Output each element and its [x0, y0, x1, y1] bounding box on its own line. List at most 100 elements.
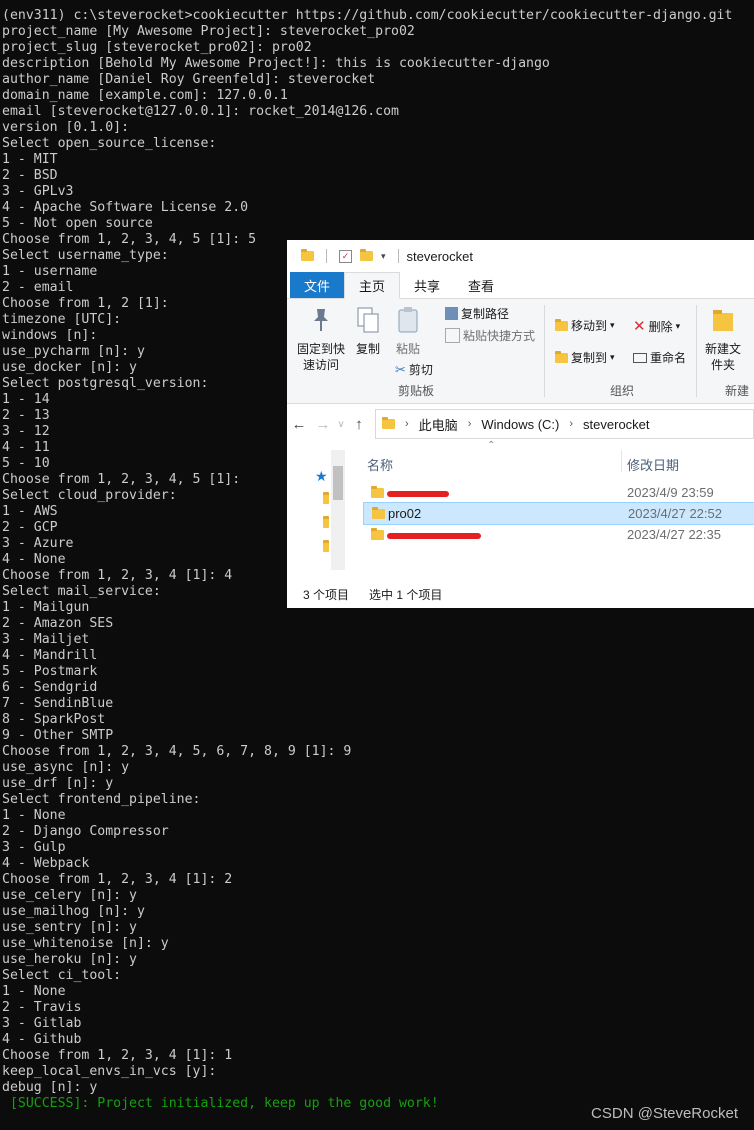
scissors-icon: ✂: [395, 361, 406, 377]
terminal-line: use_whitenoise [n]: y: [2, 936, 169, 951]
delete-button[interactable]: ✕ 删除 ▾: [633, 317, 680, 335]
recent-locations-icon[interactable]: ∨: [335, 419, 347, 430]
terminal-line: 2 - Amazon SES: [2, 616, 114, 631]
file-explorer-window[interactable]: ✓ ▾ steverocket 文件 主页 共享 查看 固定到快速访问 复制 粘…: [287, 240, 754, 608]
list-item[interactable]: 2023/4/27 22:35: [363, 524, 754, 545]
paste-button[interactable]: 粘贴: [391, 305, 425, 357]
pin-icon: [314, 309, 328, 331]
properties-icon[interactable]: ✓: [339, 249, 352, 263]
terminal-line: 1 - None: [2, 808, 66, 823]
copy-to-icon: [555, 350, 568, 363]
terminal-line: use_heroku [n]: y: [2, 952, 137, 967]
nav-scrollbar[interactable]: [331, 450, 345, 570]
terminal-line: 4 - Github: [2, 1032, 82, 1047]
file-name: [387, 485, 449, 500]
list-item-selected[interactable]: pro02 2023/4/27 22:52: [363, 502, 754, 525]
paste-icon: [398, 307, 418, 333]
column-modified[interactable]: 修改日期: [627, 455, 679, 474]
copy-path-button[interactable]: 复制路径: [445, 305, 509, 322]
terminal-line: 2 - BSD: [2, 168, 58, 183]
organize-group: 移动到 ▾ ✕ 删除 ▾ 复制到 ▾ 重命名 组织: [547, 299, 697, 403]
customize-qat-icon[interactable]: ▾: [381, 251, 386, 262]
tab-home[interactable]: 主页: [344, 272, 401, 299]
terminal-line: 3 - Gulp: [2, 840, 66, 855]
terminal-line: 4 - Webpack: [2, 856, 90, 871]
new-folder-icon[interactable]: [360, 249, 373, 261]
chevron-right-icon[interactable]: ›: [468, 418, 472, 430]
terminal-line: Choose from 1, 2, 3, 4 [1]: 1: [2, 1048, 233, 1063]
terminal-line: 9 - Other SMTP: [2, 728, 114, 743]
paste-shortcut-icon: [445, 328, 460, 343]
column-name[interactable]: 名称: [367, 455, 393, 474]
copy-icon: [357, 307, 379, 333]
file-name: [387, 527, 481, 542]
ribbon: 固定到快速访问 复制 粘贴 复制路径 粘贴快捷方式 ✂ 剪切 剪贴板 移动到 ▾…: [287, 299, 754, 404]
redaction-mark: [387, 532, 481, 539]
content-area: ★ ⌃ 名称 修改日期 2023/4/9 23:59 pro02 2023/4/…: [287, 440, 754, 576]
cut-button[interactable]: ✂ 剪切: [395, 361, 433, 378]
tab-file[interactable]: 文件: [290, 272, 345, 298]
terminal-line: (env311) c:\steverocket>cookiecutter htt…: [2, 8, 733, 23]
terminal-line: 3 - Mailjet: [2, 632, 90, 647]
delete-x-icon: ✕: [633, 318, 646, 335]
list-item[interactable]: 2023/4/9 23:59: [363, 482, 754, 503]
terminal-line: Choose from 1, 2, 3, 4, 5, 6, 7, 8, 9 [1…: [2, 744, 352, 759]
terminal-line: 6 - Sendgrid: [2, 680, 98, 695]
terminal-line: use_drf [n]: y: [2, 776, 114, 791]
terminal-line: 5 - Not open source: [2, 216, 153, 231]
redaction-mark: [387, 490, 449, 497]
terminal-line: use_mailhog [n]: y: [2, 904, 145, 919]
selected-count: 选中 1 个项目: [369, 587, 443, 602]
breadcrumb-this-pc[interactable]: 此电脑: [419, 415, 458, 434]
chevron-down-icon: ▾: [675, 320, 681, 331]
move-to-icon: [555, 318, 568, 331]
copy-button[interactable]: 复制: [351, 305, 385, 357]
address-bar[interactable]: › 此电脑 › Windows (C:) › steverocket: [375, 409, 754, 439]
rename-icon: [633, 352, 647, 363]
breadcrumb-drive[interactable]: Windows (C:): [481, 417, 559, 432]
terminal-line: project_slug [steverocket_pro02]: pro02: [2, 40, 312, 55]
status-bar: 3 个项目 选中 1 个项目: [287, 580, 754, 608]
forward-arrow-icon[interactable]: →: [311, 416, 335, 433]
terminal-line: Select ci_tool:: [2, 968, 122, 983]
new-group: 新建文件夹 新建: [699, 299, 754, 403]
folder-icon: [323, 492, 329, 504]
new-folder-button[interactable]: 新建文件夹: [705, 305, 741, 373]
terminal-line: 8 - SparkPost: [2, 712, 106, 727]
quick-access-star-icon[interactable]: ★: [315, 468, 328, 485]
clipboard-group-label: 剪贴板: [397, 384, 434, 398]
paste-shortcut-button[interactable]: 粘贴快捷方式: [445, 327, 535, 344]
terminal-line: project_name [My Awesome Project]: steve…: [2, 24, 415, 39]
title-bar: ✓ ▾ steverocket: [287, 240, 754, 272]
move-to-button[interactable]: 移动到 ▾: [555, 317, 615, 334]
rename-button[interactable]: 重命名: [633, 349, 686, 366]
column-headers: ⌃ 名称 修改日期: [359, 440, 754, 476]
item-count: 3 个项目: [303, 587, 350, 602]
copy-path-icon: [445, 307, 458, 320]
back-arrow-icon[interactable]: ←: [287, 416, 311, 433]
file-name: pro02: [388, 506, 422, 521]
chevron-right-icon[interactable]: ›: [405, 418, 409, 430]
up-arrow-icon[interactable]: ↑: [347, 416, 371, 433]
window-title: steverocket: [406, 248, 474, 264]
copy-to-button[interactable]: 复制到 ▾: [555, 349, 615, 366]
folder-icon: [382, 417, 395, 429]
breadcrumb-folder[interactable]: steverocket: [583, 417, 649, 432]
tab-view[interactable]: 查看: [454, 272, 508, 298]
chevron-right-icon[interactable]: ›: [569, 418, 573, 430]
terminal-line: 5 - Postmark: [2, 664, 98, 679]
folder-icon: [323, 516, 329, 528]
folder-icon: [372, 507, 385, 519]
navigation-pane[interactable]: ★: [287, 446, 345, 576]
tab-share[interactable]: 共享: [400, 272, 454, 298]
terminal-line: use_sentry [n]: y: [2, 920, 137, 935]
watermark: CSDN @SteveRocket: [591, 1105, 738, 1122]
terminal-line: use_celery [n]: y: [2, 888, 137, 903]
chevron-down-icon: ▾: [610, 320, 615, 330]
pin-quick-access-button[interactable]: 固定到快速访问: [295, 305, 347, 373]
terminal-line: 2 - Travis: [2, 1000, 82, 1015]
terminal-line: Select frontend_pipeline:: [2, 792, 201, 807]
terminal-line: 4 - Mandrill: [2, 648, 98, 663]
terminal-line: version [0.1.0]:: [2, 120, 130, 135]
terminal-line: 3 - Gitlab: [2, 1016, 82, 1031]
